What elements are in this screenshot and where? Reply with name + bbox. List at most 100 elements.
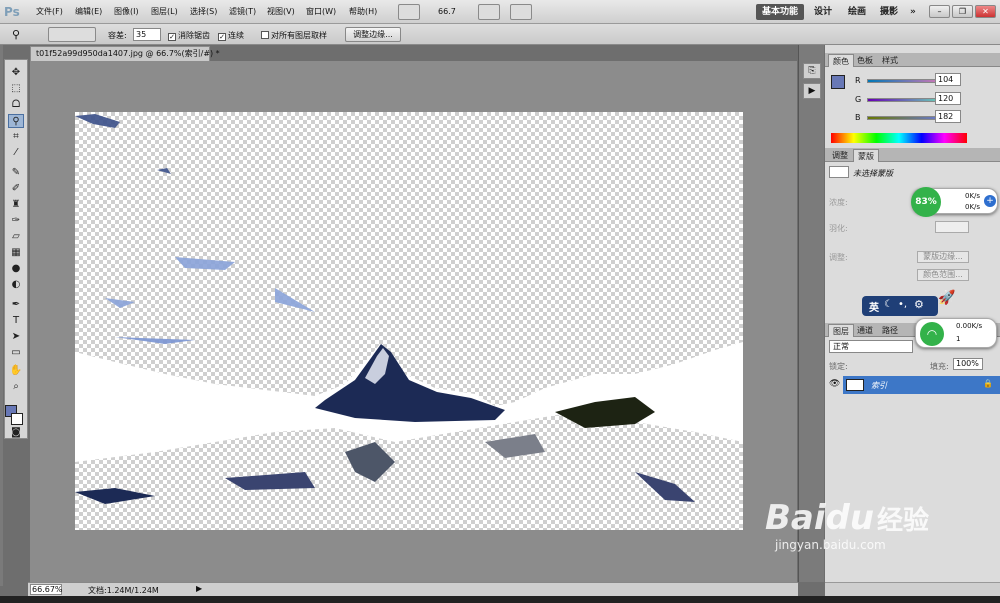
fill-input[interactable]: 100% — [953, 358, 983, 370]
layers-footer-icons[interactable] — [825, 582, 1000, 596]
quick-mask-icon[interactable]: ◙ — [8, 426, 24, 440]
layer-thumbnail — [846, 379, 864, 391]
menu-image[interactable]: 图像(I) — [114, 6, 139, 17]
selection-mode-icons[interactable] — [48, 27, 96, 42]
mask-edge-button[interactable]: 蒙版边缘... — [917, 251, 969, 263]
layer-name[interactable]: 索引 — [871, 380, 887, 391]
color-range-button[interactable]: 颜色范围... — [917, 269, 969, 281]
g-value-input[interactable]: 120 — [935, 92, 961, 105]
feather-input[interactable] — [935, 221, 969, 233]
refine-edge-button[interactable]: 调整边缘... — [345, 27, 401, 42]
shape-tool-icon[interactable]: ▭ — [8, 346, 24, 360]
quick-selection-tool-icon[interactable]: ⚲ — [8, 114, 24, 128]
move-tool-icon[interactable]: ✥ — [8, 66, 24, 80]
moon-icon[interactable]: ☾ — [884, 299, 893, 310]
clone-stamp-tool-icon[interactable]: ♜ — [8, 198, 24, 212]
menu-file[interactable]: 文件(F) — [36, 6, 63, 17]
workspace-basic[interactable]: 基本功能 — [756, 4, 805, 20]
tab-masks[interactable]: 蒙版 — [853, 149, 879, 162]
zoom-level-select[interactable]: 66.7 — [438, 7, 456, 16]
background-color-swatch[interactable] — [11, 413, 23, 425]
menu-select[interactable]: 选择(S) — [190, 6, 217, 17]
type-tool-icon[interactable]: T — [8, 314, 24, 328]
contiguous-checkbox[interactable]: ✓ 连续 — [218, 30, 244, 41]
menu-layer[interactable]: 图层(L) — [151, 6, 178, 17]
screen-mode-icon[interactable] — [510, 4, 532, 20]
dodge-tool-icon[interactable]: ◐ — [8, 278, 24, 292]
pen-tool-icon[interactable]: ✒ — [8, 298, 24, 312]
brush-tool-icon[interactable]: ✐ — [8, 182, 24, 196]
b-value-input[interactable]: 182 — [935, 110, 961, 123]
close-icon[interactable]: ✕ — [975, 5, 996, 18]
workspace-painting[interactable]: 绘画 — [842, 4, 872, 20]
crop-tool-icon[interactable]: ⌗ — [8, 130, 24, 144]
wifi-speed: 0.00K/s — [956, 322, 983, 330]
tolerance-input[interactable]: 35 — [133, 28, 161, 41]
tab-layers[interactable]: 图层 — [828, 324, 854, 337]
hand-tool-icon[interactable]: ✋ — [8, 364, 24, 378]
gradient-tool-icon[interactable]: ▦ — [8, 246, 24, 260]
ime-toolbar[interactable]: 英 ☾ •, ⚙ — [862, 296, 938, 316]
more-workspaces-button[interactable]: » — [904, 4, 922, 20]
tab-adjustments[interactable]: 调整 — [828, 149, 852, 162]
path-selection-tool-icon[interactable]: ➤ — [8, 330, 24, 344]
download-speed: 0K/s — [965, 203, 981, 211]
punctuation-icon[interactable]: •, — [898, 299, 907, 310]
menu-edit[interactable]: 编辑(E) — [75, 6, 102, 17]
network-speed-widget[interactable]: 83% 0K/s 0K/s + — [911, 187, 998, 217]
minimize-icon[interactable]: – — [929, 5, 950, 18]
zoom-tool-icon[interactable]: ⌕ — [8, 380, 24, 394]
wifi-icon[interactable]: ◠ — [920, 322, 944, 346]
actions-panel-icon[interactable]: ▶ — [803, 83, 821, 99]
eraser-tool-icon[interactable]: ▱ — [8, 230, 24, 244]
workspace-design[interactable]: 设计 — [808, 4, 838, 20]
photoshop-logo: Ps — [4, 5, 20, 19]
tab-channels[interactable]: 通道 — [853, 324, 877, 337]
document-tab[interactable]: t01f52a99d950da1407.jpg @ 66.7%(索引/#) * — [30, 46, 220, 61]
tab-color[interactable]: 颜色 — [828, 54, 854, 67]
image-canvas[interactable] — [75, 112, 743, 530]
history-brush-tool-icon[interactable]: ✑ — [8, 214, 24, 228]
restore-icon[interactable]: ❐ — [952, 5, 973, 18]
color-panel-fg-swatch[interactable] — [831, 75, 845, 89]
memory-percent-badge[interactable]: 83% — [911, 187, 941, 217]
workspace-photo[interactable]: 摄影 — [874, 4, 904, 20]
visibility-eye-icon[interactable]: 👁 — [829, 379, 840, 389]
r-value-input[interactable]: 104 — [935, 73, 961, 86]
options-bar: ⚲ 容差: 35 ✓ 消除锯齿 ✓ 连续 对所有图层取样 调整边缘... — [0, 24, 1000, 45]
sample-all-layers-checkbox[interactable]: 对所有图层取样 — [261, 30, 327, 41]
blur-tool-icon[interactable]: ● — [8, 262, 24, 276]
wifi-widget[interactable]: ◠ 0.00K/s 1 — [915, 318, 997, 348]
tab-swatches[interactable]: 色板 — [853, 54, 877, 67]
gear-icon[interactable]: ⚙ — [914, 298, 924, 311]
blend-mode-select[interactable]: 正常 — [829, 340, 913, 353]
adjust-panel-tabs: 调整 蒙版 — [825, 148, 1000, 162]
color-spectrum[interactable] — [831, 133, 967, 143]
view-extras-icon[interactable] — [478, 4, 500, 20]
history-panel-icon[interactable]: ⎘ — [803, 63, 821, 79]
eyedropper-tool-icon[interactable]: ⁄ — [8, 146, 24, 160]
spot-healing-tool-icon[interactable]: ✎ — [8, 166, 24, 180]
menu-filter[interactable]: 滤镜(T) — [229, 6, 256, 17]
antialias-checkbox[interactable]: ✓ 消除锯齿 — [168, 30, 210, 41]
upload-speed: 0K/s — [965, 192, 981, 200]
menu-window[interactable]: 窗口(W) — [306, 6, 336, 17]
menu-help[interactable]: 帮助(H) — [349, 6, 377, 17]
tab-paths[interactable]: 路径 — [878, 324, 902, 337]
color-panel-tabs: 颜色 色板 样式 — [825, 53, 1000, 67]
tab-styles[interactable]: 样式 — [878, 54, 902, 67]
quick-select-tool-icon[interactable]: ⚲ — [12, 28, 20, 41]
watermark-url: jingyan.baidu.com — [775, 538, 886, 552]
lasso-tool-icon[interactable]: ᗝ — [8, 98, 24, 112]
layer-lock-icon: 🔒 — [983, 379, 993, 388]
bridge-icon[interactable] — [398, 4, 420, 20]
marquee-tool-icon[interactable]: ⬚ — [8, 82, 24, 96]
layer-row-selected[interactable]: 索引 🔒 — [843, 376, 1000, 394]
zoom-field[interactable]: 66.67% — [30, 584, 63, 595]
watermark-brand: Baidu — [765, 498, 875, 538]
document-size: 文档:1.24M/1.24M — [88, 586, 159, 595]
ime-language[interactable]: 英 — [869, 299, 879, 314]
plus-icon[interactable]: + — [984, 195, 996, 207]
status-menu-arrow-icon[interactable]: ▶ — [196, 584, 202, 593]
menu-view[interactable]: 视图(V) — [267, 6, 295, 17]
